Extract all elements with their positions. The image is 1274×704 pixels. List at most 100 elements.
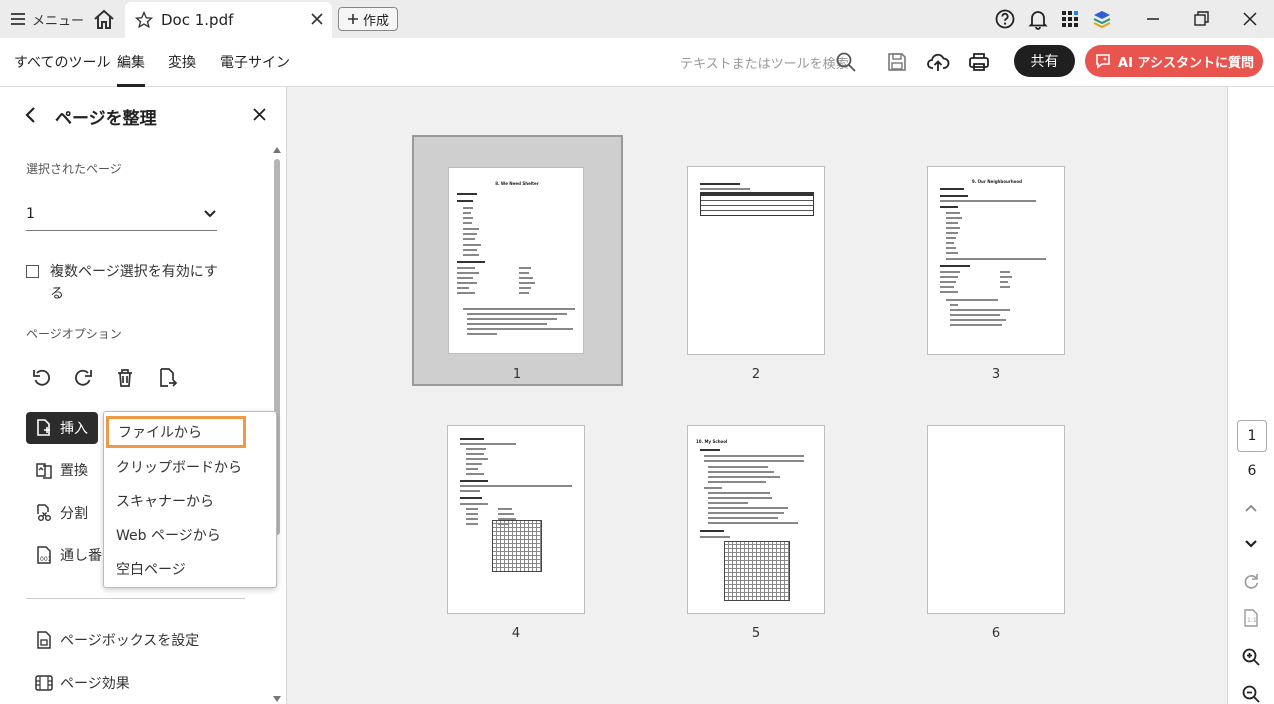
- text-line: [704, 487, 722, 489]
- text-line: [1000, 286, 1010, 288]
- back-arrow-icon[interactable]: [22, 105, 40, 125]
- panel-title: ページを整理: [55, 109, 157, 129]
- create-label: 作成: [362, 13, 389, 29]
- text-line: [946, 242, 954, 244]
- text-line: [498, 508, 512, 510]
- page-thumbnail-canvas: 8. We Need Shelter 1 2 9. Our Neighbourh…: [287, 87, 1227, 704]
- page-thumbnail-2[interactable]: [687, 166, 825, 355]
- rotate-left-icon[interactable]: [31, 367, 53, 389]
- search-icon[interactable]: [834, 50, 858, 74]
- minimize-icon[interactable]: [1142, 8, 1164, 30]
- text-line: [1000, 271, 1010, 273]
- text-line: [460, 490, 480, 492]
- page-box-button[interactable]: ページボックスを設定: [34, 628, 199, 652]
- cloud-upload-icon[interactable]: [926, 50, 950, 74]
- insert-blank-page-item[interactable]: 空白ページ: [104, 552, 276, 586]
- page-effects-button[interactable]: ページ効果: [34, 671, 130, 695]
- page-number-label-4: 4: [511, 626, 521, 641]
- restore-icon[interactable]: [1190, 8, 1212, 30]
- zoom-in-icon[interactable]: [1241, 647, 1261, 667]
- page-thumbnail-4[interactable]: [447, 425, 585, 614]
- page-thumbnail-6[interactable]: [927, 425, 1065, 614]
- current-page-input[interactable]: 1: [1237, 420, 1267, 452]
- star-icon[interactable]: [135, 11, 153, 29]
- text-line: [460, 480, 488, 482]
- text-line: [466, 453, 484, 455]
- help-icon[interactable]: [994, 8, 1016, 30]
- multi-select-checkbox[interactable]: [26, 265, 39, 278]
- text-line: [457, 193, 477, 195]
- zoom-out-icon[interactable]: [1241, 684, 1261, 704]
- rotate-right-icon[interactable]: [72, 367, 94, 389]
- actual-size-icon[interactable]: 1:1: [1241, 608, 1261, 628]
- text-line: [946, 212, 960, 214]
- text-line: [700, 188, 750, 190]
- selected-page-dropdown[interactable]: 1: [26, 199, 217, 231]
- text-line: [463, 244, 481, 246]
- text-line: [467, 328, 573, 330]
- layers-profile-icon[interactable]: [1091, 8, 1113, 30]
- tab-esign[interactable]: 電子サイン: [220, 52, 290, 72]
- insert-from-clipboard-item[interactable]: クリップボードから: [104, 450, 276, 484]
- document-tab[interactable]: Doc 1.pdf: [125, 2, 332, 38]
- text-line: [466, 458, 488, 460]
- page-effects-icon: [35, 675, 53, 691]
- tab-convert[interactable]: 変換: [168, 52, 196, 72]
- text-line: [946, 252, 958, 254]
- text-line: [700, 536, 730, 538]
- text-line: [946, 232, 958, 234]
- text-line: [940, 281, 956, 283]
- text-line: [708, 466, 768, 468]
- home-icon[interactable]: [92, 8, 116, 30]
- text-line: [457, 287, 469, 289]
- insert-from-file-item[interactable]: ファイルから: [106, 416, 246, 448]
- insert-from-web-item[interactable]: Web ページから: [104, 518, 276, 552]
- text-line: [460, 443, 516, 445]
- text-line: [467, 313, 567, 315]
- chevron-down-icon: [204, 210, 216, 218]
- insert-from-scanner-item[interactable]: スキャナーから: [104, 484, 276, 518]
- page-thumbnail-5[interactable]: 10. My School: [687, 425, 825, 614]
- ai-assistant-button[interactable]: AI アシスタントに質問: [1085, 45, 1263, 77]
- page-number-icon: 001: [37, 546, 52, 564]
- tool-search-input[interactable]: テキストまたはツールを検索: [680, 53, 849, 72]
- page-thumbnail-1[interactable]: 8. We Need Shelter: [448, 167, 584, 354]
- chevron-up-icon[interactable]: [1241, 498, 1261, 518]
- refresh-icon[interactable]: [1241, 572, 1261, 592]
- text-line: [457, 277, 473, 279]
- text-line: [463, 308, 575, 310]
- trash-icon[interactable]: [114, 367, 136, 389]
- share-button[interactable]: 共有: [1014, 45, 1075, 77]
- text-line: [467, 318, 557, 320]
- text-line: [466, 513, 478, 515]
- extract-page-icon[interactable]: [156, 367, 178, 389]
- close-panel-icon[interactable]: [253, 108, 266, 121]
- text-line: [700, 449, 720, 451]
- apps-grid-icon[interactable]: [1059, 8, 1081, 30]
- split-button[interactable]: 分割: [34, 501, 88, 525]
- split-label: 分割: [60, 506, 88, 522]
- save-icon[interactable]: [885, 50, 909, 74]
- insert-button[interactable]: 挿入: [26, 412, 98, 444]
- close-tab-icon[interactable]: [310, 12, 324, 26]
- notification-bell-icon[interactable]: [1027, 8, 1049, 30]
- chevron-down-icon[interactable]: [1241, 533, 1261, 553]
- word-search-grid: [492, 520, 542, 572]
- close-window-icon[interactable]: [1239, 8, 1261, 30]
- multi-select-label: 複数ページ選択を有効にする: [50, 264, 218, 302]
- menu-button[interactable]: メニュー: [10, 9, 84, 29]
- create-button[interactable]: 作成: [338, 7, 398, 31]
- text-line: [946, 299, 998, 301]
- text-line: [940, 206, 958, 208]
- text-line: [457, 200, 473, 202]
- text-line: [463, 233, 477, 235]
- tab-edit[interactable]: 編集: [117, 52, 145, 87]
- text-line: [467, 333, 497, 335]
- text-line: [463, 228, 479, 230]
- text-line: [708, 471, 774, 473]
- text-line: [940, 286, 954, 288]
- page-thumbnail-3[interactable]: 9. Our Neighbourhood: [927, 166, 1065, 355]
- tab-all-tools[interactable]: すべてのツール: [14, 52, 110, 72]
- replace-button[interactable]: 置換: [34, 458, 88, 482]
- print-icon[interactable]: [967, 50, 991, 74]
